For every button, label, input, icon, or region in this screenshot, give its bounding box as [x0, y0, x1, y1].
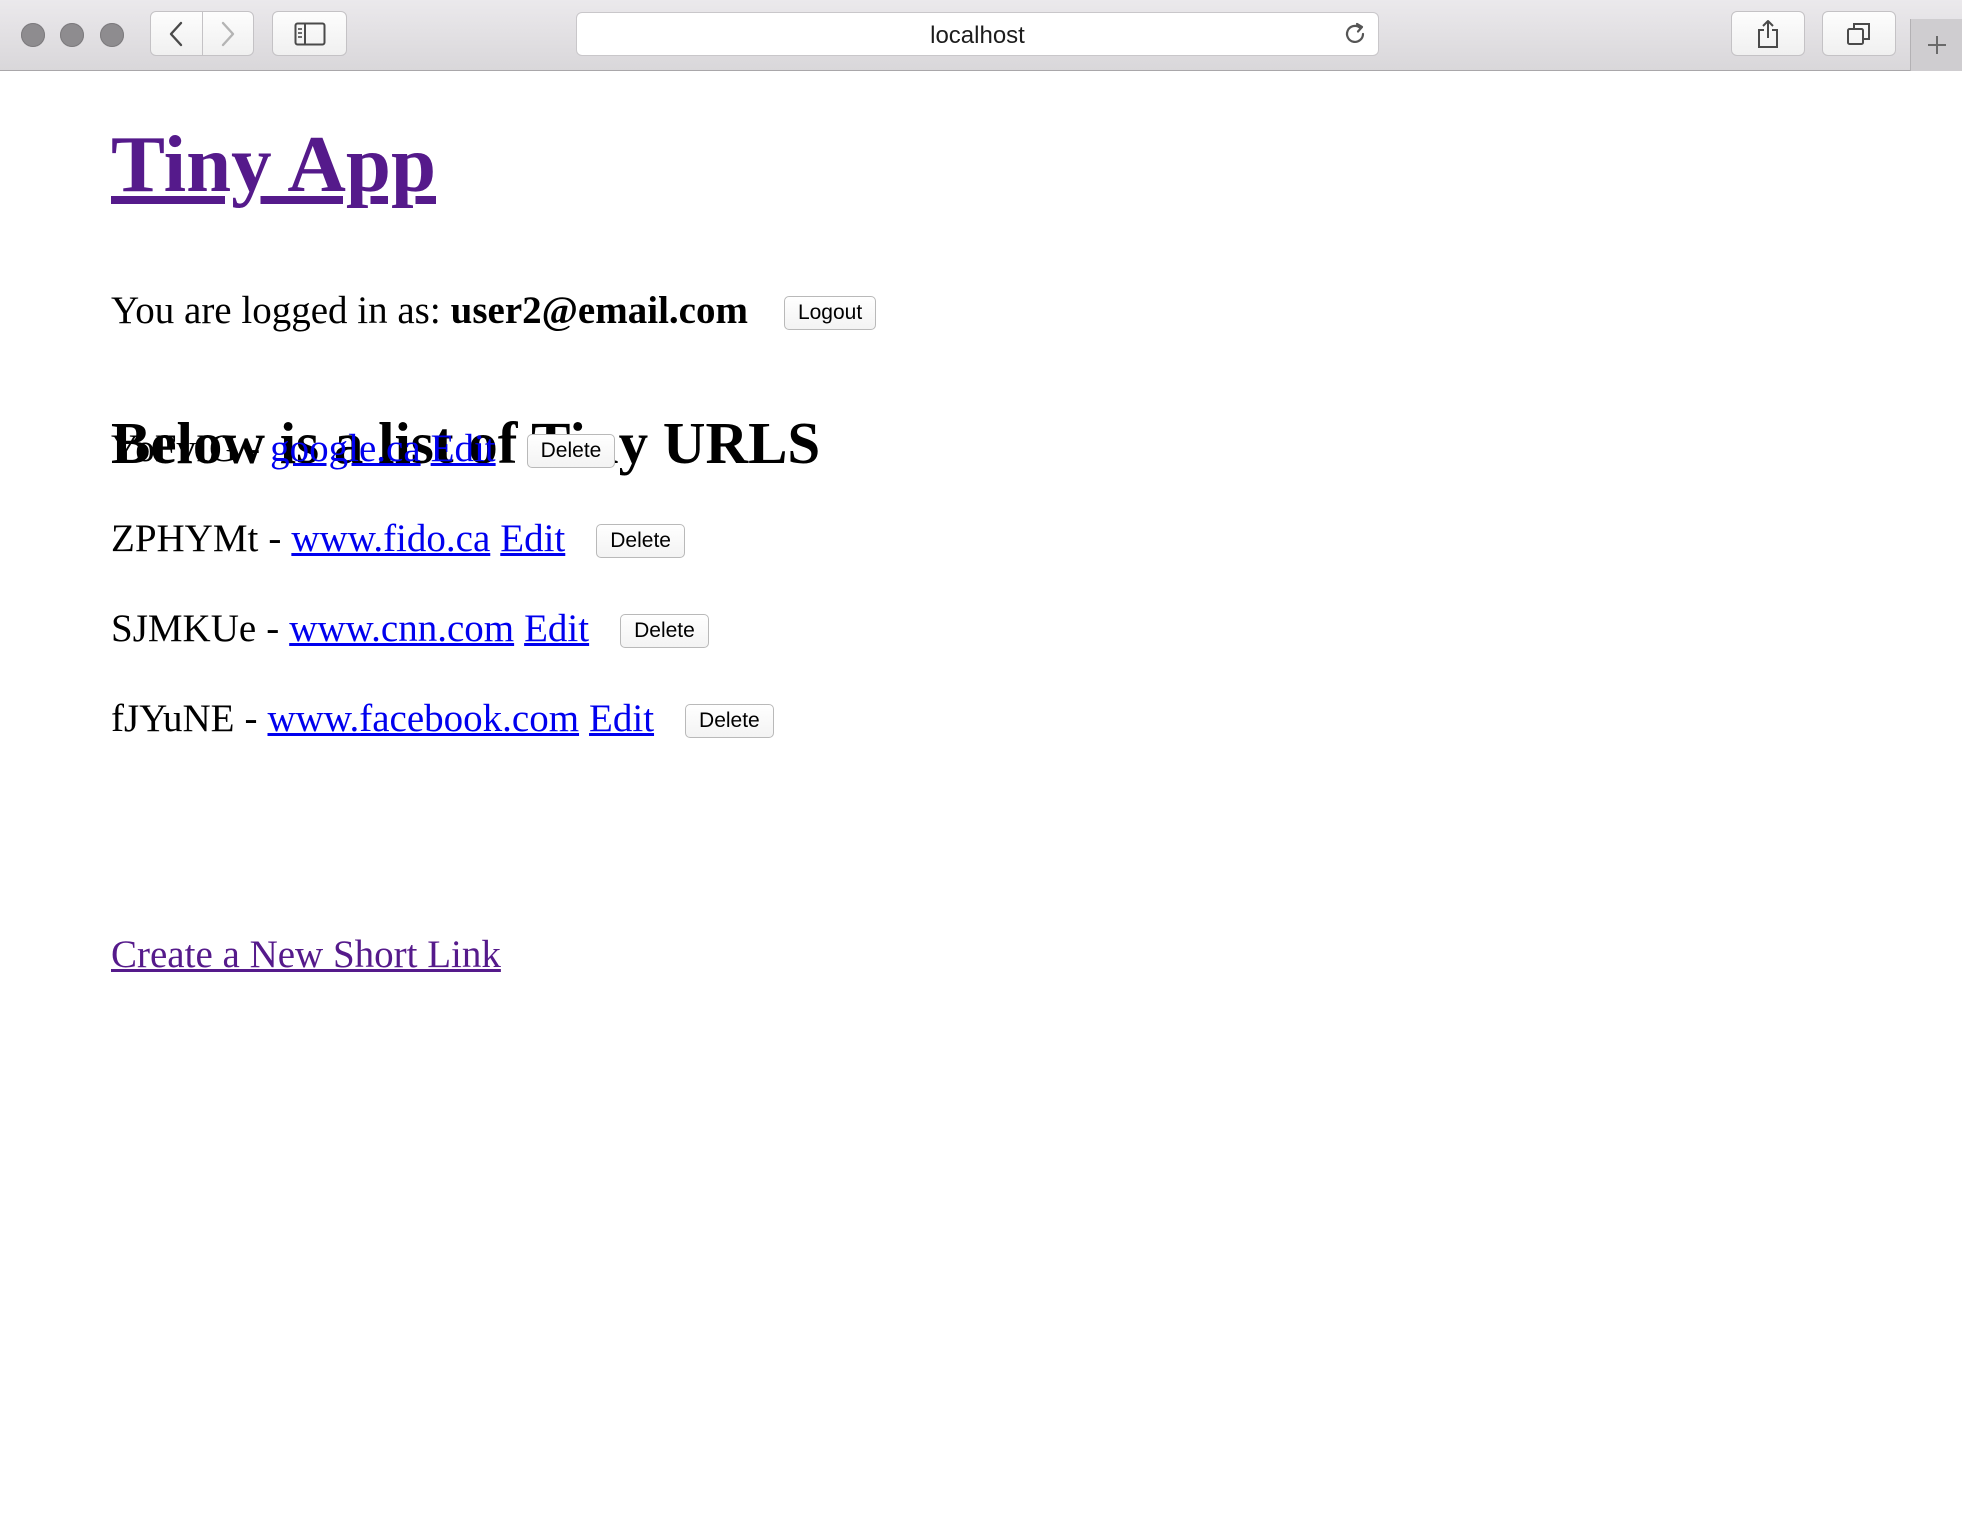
- delete-button[interactable]: Delete: [685, 704, 774, 738]
- separator: -: [266, 606, 280, 650]
- delete-button[interactable]: Delete: [620, 614, 709, 648]
- create-short-link[interactable]: Create a New Short Link: [111, 935, 501, 974]
- navigation-buttons: [150, 11, 254, 56]
- delete-button[interactable]: Delete: [526, 434, 616, 468]
- forward-button[interactable]: [201, 12, 254, 55]
- login-prefix: You are logged in as:: [111, 288, 441, 332]
- minimize-window-button[interactable]: [60, 23, 84, 47]
- separator: -: [247, 426, 261, 470]
- url-row: ZPHYMt - www.fido.ca Edit Delete: [111, 518, 685, 558]
- user-email: user2@email.com: [450, 288, 748, 332]
- short-url-code: fJYuNE: [111, 696, 235, 740]
- url-row: SJMKUe - www.cnn.com Edit Delete: [111, 608, 709, 648]
- plus-icon: [1927, 36, 1946, 54]
- address-text: localhost: [930, 22, 1025, 49]
- delete-button[interactable]: Delete: [596, 524, 685, 558]
- separator: -: [244, 696, 258, 740]
- sidebar-button[interactable]: [272, 11, 347, 56]
- new-tab-button[interactable]: [1910, 19, 1962, 71]
- edit-link[interactable]: Edit: [431, 429, 496, 468]
- edit-link[interactable]: Edit: [500, 519, 565, 558]
- edit-link[interactable]: Edit: [524, 609, 589, 648]
- long-url-link[interactable]: google.ca: [270, 429, 421, 468]
- url-row: fJYuNE - www.facebook.com Edit Delete: [111, 698, 774, 738]
- zoom-window-button[interactable]: [100, 23, 124, 47]
- url-row: YoFvIG - google.ca Edit Delete: [111, 426, 616, 470]
- edit-link[interactable]: Edit: [589, 699, 654, 738]
- back-button[interactable]: [151, 12, 202, 55]
- share-icon: [1758, 19, 1778, 48]
- short-url-code: ZPHYMt: [111, 516, 259, 560]
- share-button[interactable]: [1731, 11, 1805, 56]
- long-url-link[interactable]: www.cnn.com: [289, 609, 514, 648]
- show-tabs-button[interactable]: [1822, 11, 1896, 56]
- separator: -: [268, 516, 282, 560]
- short-url-code: SJMKUe: [111, 606, 257, 650]
- login-status: You are logged in as: user2@email.com Lo…: [111, 288, 877, 332]
- logout-button[interactable]: Logout: [783, 296, 877, 330]
- chevron-right-icon: [221, 21, 234, 46]
- app-title-link[interactable]: Tiny App: [111, 124, 436, 205]
- sidebar-icon: [294, 22, 325, 45]
- reload-icon[interactable]: [1342, 21, 1368, 47]
- browser-toolbar: localhost: [0, 0, 1962, 71]
- short-url-code: YoFvIG: [111, 426, 238, 470]
- long-url-link[interactable]: www.fido.ca: [291, 519, 490, 558]
- chevron-left-icon: [170, 21, 183, 46]
- close-window-button[interactable]: [21, 23, 45, 47]
- long-url-link[interactable]: www.facebook.com: [268, 699, 580, 738]
- address-bar[interactable]: localhost: [576, 12, 1379, 56]
- tabs-overview-icon: [1847, 22, 1870, 45]
